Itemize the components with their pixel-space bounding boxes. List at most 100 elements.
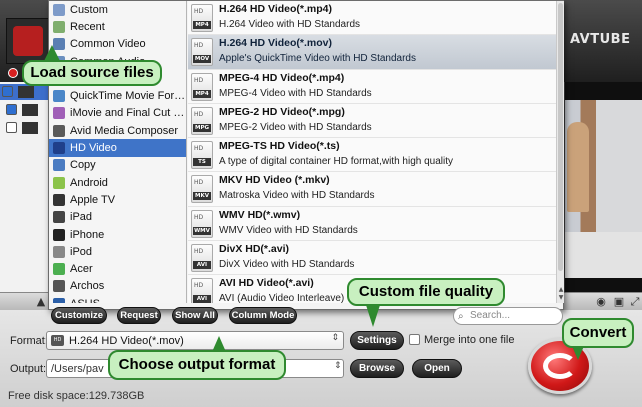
category-label: Android [70,176,108,189]
file-thumbnail [18,86,34,98]
callout-pointer [366,305,380,327]
format-name: MPEG-TS HD Video(*.ts) [219,140,340,153]
search-icon: ⌕ [458,311,464,322]
apple-tv-icon [53,193,65,206]
search-placeholder: Search... [470,310,511,321]
category-item[interactable]: ASUS [49,295,186,303]
category-item[interactable]: Copy [49,157,186,174]
format-list: HD MP4 H.264 HD Video(*.mp4) H.264 Video wi… [188,1,556,303]
video-format-icon: HD MPG [191,106,213,135]
category-item[interactable]: Archos [49,278,186,295]
snapshot-icon[interactable]: ◉ [594,295,608,309]
category-item[interactable]: iMovie and Final Cut Ex... [49,105,186,122]
format-item[interactable]: HD AVI DivX HD(*.avi) DivX Video with HD St… [188,241,556,276]
category-label: ASUS [70,298,100,303]
open-button[interactable]: Open [412,359,462,378]
video-format-icon: HD AVI [191,244,213,273]
updown-arrow-icon: ⇕ [334,361,342,371]
merge-checkbox[interactable] [409,334,420,345]
category-item[interactable]: Android [49,174,186,191]
file-row[interactable] [0,84,50,100]
format-description: Apple's QuickTime Video with HD Standard… [219,53,416,65]
show-all-button[interactable]: Show All [172,307,218,324]
callout-pointer [572,346,584,360]
file-thumbnail [22,122,38,134]
move-up-icon[interactable]: ▲ [34,295,48,309]
imovie-icon [53,107,65,120]
fullscreen-icon[interactable]: ⤢ [628,295,642,309]
category-list: CustomRecentCommon VideoCommon AudioHD V… [49,1,187,303]
category-item[interactable]: iPhone [49,226,186,243]
format-icon-hd-mark: HD [194,8,204,15]
format-item[interactable]: HD MOV H.264 HD Video(*.mov) Apple's QuickT… [188,35,556,70]
search-input[interactable]: ⌕ Search... [453,307,563,325]
format-description: MPEG-2 Video with HD Standards [219,121,372,133]
category-item[interactable]: Custom [49,1,186,18]
format-dropdown: CustomRecentCommon VideoCommon AudioHD V… [48,0,564,325]
column-mode-button[interactable]: Column Mode [229,307,297,324]
format-select[interactable]: HD H.264 HD Video(*.mov) ⇕ [46,331,344,350]
format-icon-tag: AVI [193,261,211,270]
category-item[interactable]: iPod [49,243,186,260]
format-name: H.264 HD Video(*.mp4) [219,3,333,15]
format-name: MPEG-4 HD Video(*.mp4) [219,71,345,84]
format-description: Matroska Video with HD Standards [219,190,375,202]
file-row[interactable] [4,102,46,118]
category-label: Recent [70,20,105,33]
file-checkbox[interactable] [2,86,13,97]
quicktime-icon [53,90,65,103]
format-item[interactable]: HD MKV MKV HD Video (*.mkv) Matroska Video … [188,172,556,207]
format-name: AVI HD Video(*.avi) [219,277,314,290]
format-scrollbar[interactable]: ▲ ▼ [556,1,564,303]
format-name: WMV HD(*.wmv) [219,208,301,221]
file-list[interactable] [0,82,50,292]
format-icon-hd-mark: HD [194,42,204,50]
avid-icon [53,124,65,137]
video-format-icon: HD MP4 [191,4,213,32]
callout-load-source-files: Load source files [22,60,162,86]
format-item[interactable]: HD MP4 H.264 HD Video(*.mp4) H.264 Video wi… [188,1,556,36]
file-checkbox[interactable] [6,122,17,133]
request-button[interactable]: Request [117,307,161,324]
browse-button[interactable]: Browse [350,359,404,378]
format-icon-hd-mark: HD [194,145,204,153]
scroll-thumb[interactable] [558,3,563,271]
file-row[interactable] [4,120,46,136]
category-item[interactable]: HD Video [49,139,186,157]
callout-choose-output-format: Choose output format [108,350,286,380]
category-item[interactable]: Common Video [49,36,186,53]
category-label: Acer [70,263,93,276]
category-item[interactable]: QuickTime Movie Format [49,87,186,104]
folder-icon[interactable]: ▣ [612,295,626,309]
category-item[interactable]: iPad [49,209,186,226]
category-item[interactable]: Acer [49,260,186,277]
category-item[interactable]: Avid Media Composer [49,122,186,139]
format-icon-hd-mark: HD [194,76,204,84]
scroll-down-icon[interactable]: ▼ [557,294,565,302]
format-name: H.264 HD Video(*.mov) [219,37,333,50]
callout-custom-file-quality: Custom file quality [347,278,505,306]
format-description: WMV Video with HD Standards [219,224,358,236]
category-label: iMovie and Final Cut Ex... [70,107,186,120]
format-item[interactable]: HD WMV WMV HD(*.wmv) WMV Video with HD Stan… [188,207,556,242]
format-item[interactable]: HD TS MPEG-TS HD Video(*.ts) A type of digi… [188,138,556,173]
category-item[interactable]: Apple TV [49,191,186,208]
format-value: H.264 HD Video(*.mov) [69,335,184,347]
format-label: Format: [10,335,48,347]
film-icon [13,26,43,56]
settings-button[interactable]: Settings [350,331,404,350]
format-icon-tag: MPG [193,123,211,132]
format-item[interactable]: HD MPG MPEG-2 HD Video(*.mpg) MPEG-2 Video … [188,104,556,139]
category-label: Avid Media Composer [70,124,179,137]
format-name: DivX HD(*.avi) [219,243,290,256]
scroll-up-icon[interactable]: ▲ [557,286,565,294]
format-item[interactable]: HD MP4 MPEG-4 HD Video(*.mp4) MPEG-4 Video … [188,70,556,104]
format-name: MPEG-2 HD Video(*.mpg) [219,105,345,118]
video-format-icon: HD MP4 [191,72,213,101]
file-checkbox[interactable] [6,104,17,115]
archos-icon [53,280,65,293]
customize-button[interactable]: Customize [51,307,107,324]
video-format-icon: HD WMV [191,209,213,238]
category-item[interactable]: Recent [49,18,186,35]
video-format-icon: HD MOV [191,38,213,67]
